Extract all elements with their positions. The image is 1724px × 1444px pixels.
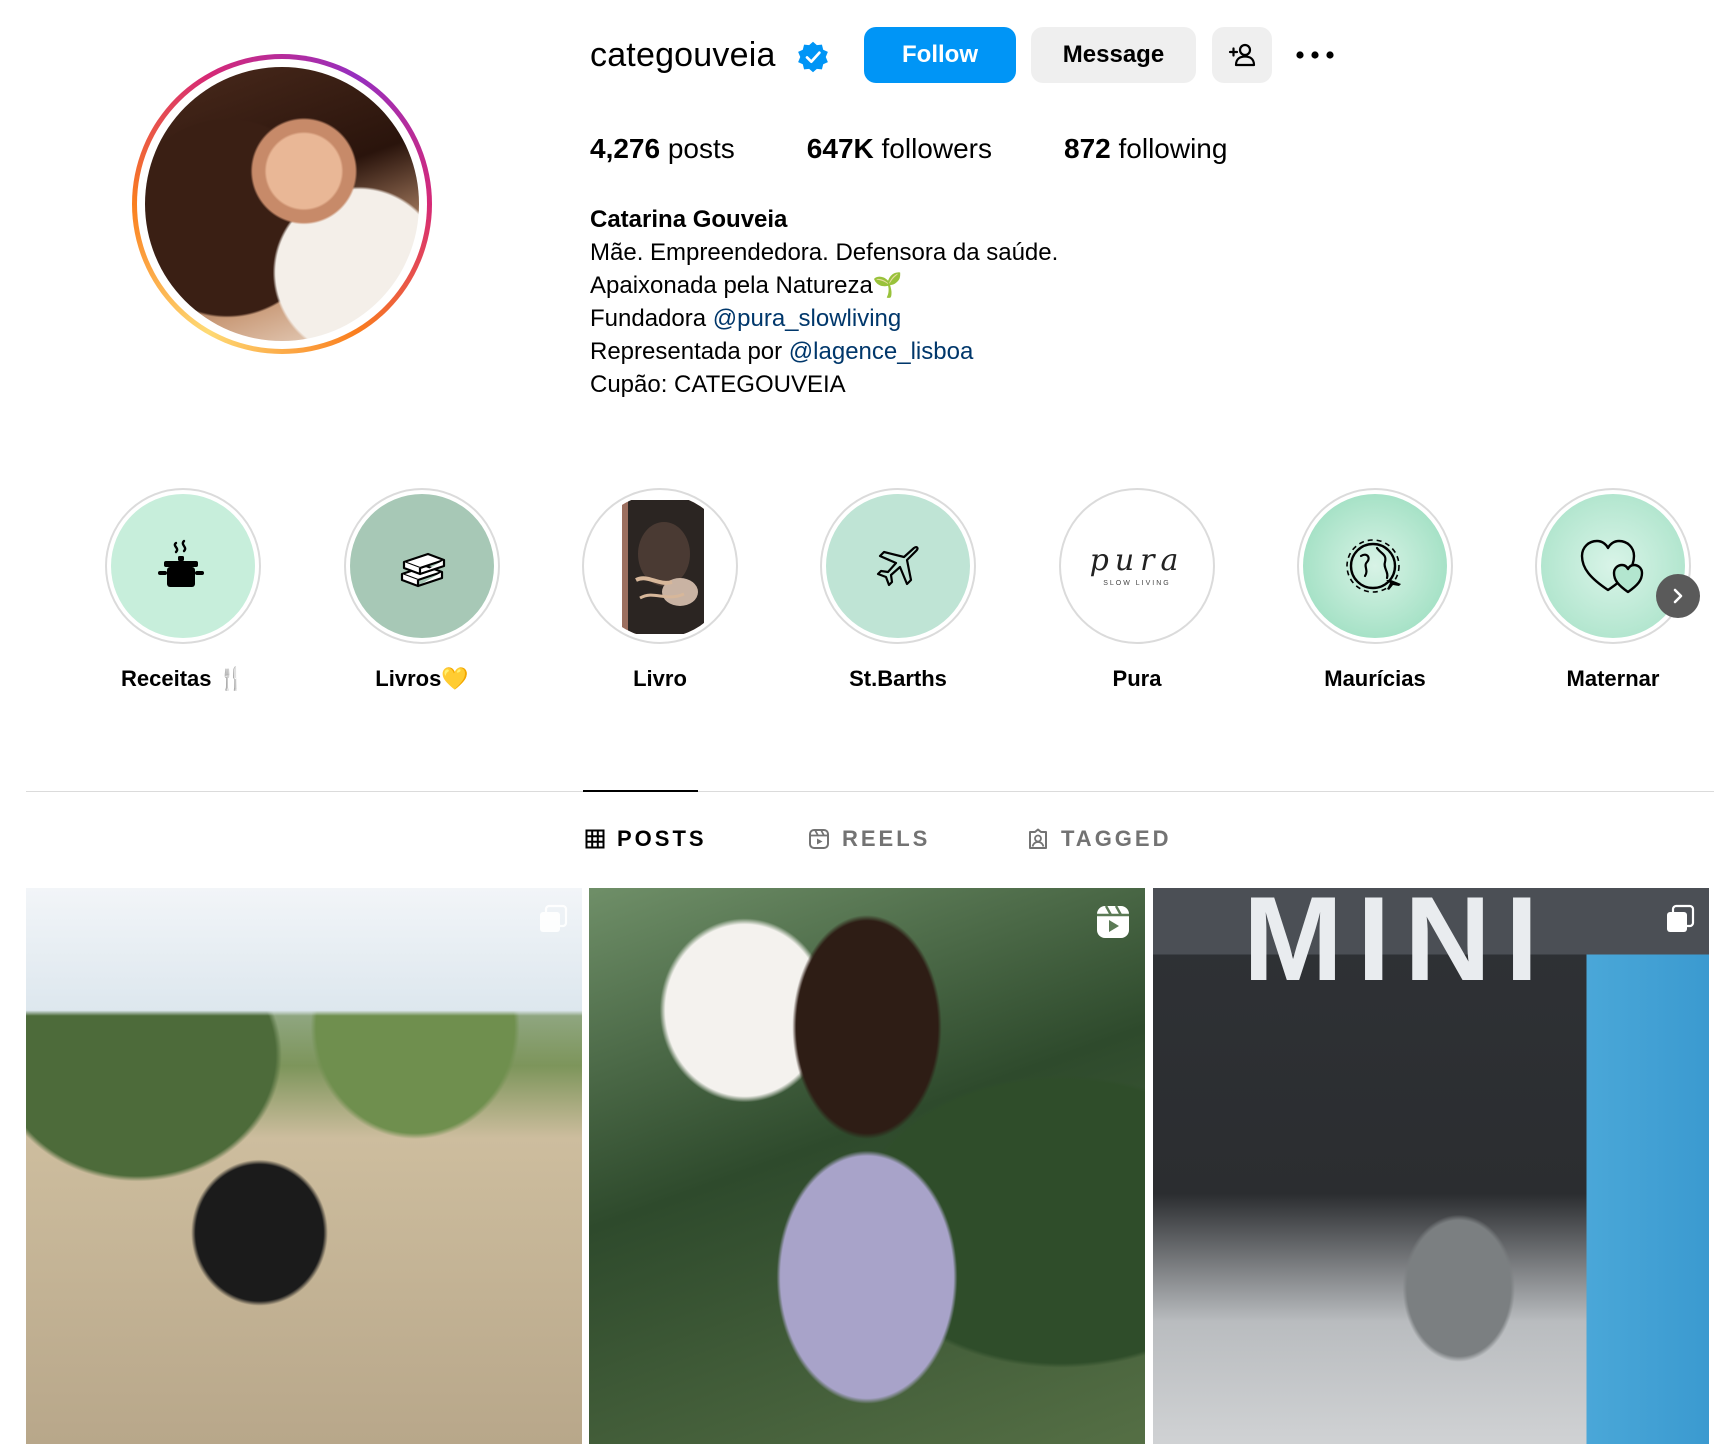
- highlight-st-barths[interactable]: St.Barths: [818, 488, 978, 692]
- avatar: [145, 67, 419, 341]
- highlight-ring: [344, 488, 500, 644]
- add-user-icon: [1228, 43, 1256, 67]
- highlight-cover: [1303, 494, 1447, 638]
- posts-count-value: 4,276: [590, 133, 661, 164]
- chevron-right-icon: [1673, 588, 1683, 604]
- highlight-pura[interactable]: pura SLOW LIVING Pura: [1057, 488, 1217, 692]
- followers-count[interactable]: 647K followers: [807, 133, 992, 165]
- airplane-icon: [876, 546, 919, 587]
- profile-username: categouveia: [590, 36, 776, 74]
- posts-count-label: posts: [667, 133, 735, 164]
- tab-posts[interactable]: POSTS: [585, 826, 707, 852]
- cooking-pot-icon: [158, 539, 204, 587]
- storefront-sign: MINI: [1243, 888, 1553, 1006]
- highlight-cover: [826, 494, 970, 638]
- profile-full-name: Catarina Gouveia: [590, 206, 788, 233]
- highlight-ring: [820, 488, 976, 644]
- following-count-value: 872: [1064, 133, 1111, 164]
- avatar-inner: [137, 59, 427, 349]
- message-button[interactable]: Message: [1031, 27, 1196, 83]
- bio-line: Fundadora @pura_slowliving: [590, 302, 1058, 335]
- profile-avatar-ring[interactable]: [132, 54, 432, 354]
- more-dots-icon: [1296, 51, 1334, 59]
- highlight-ring: [582, 488, 738, 644]
- globe-plane-icon: [1346, 539, 1401, 593]
- followers-count-value: 647K: [806, 133, 874, 164]
- highlight-cover: [350, 494, 494, 638]
- books-icon: [400, 552, 446, 588]
- verified-badge-icon: [798, 41, 828, 73]
- highlight-label: St.Barths: [849, 666, 947, 691]
- highlight-mauricias[interactable]: Maurícias: [1295, 488, 1455, 692]
- more-options-button[interactable]: [1290, 34, 1340, 76]
- highlight-label: Livro: [633, 666, 687, 691]
- highlight-label: Receitas 🍴: [120, 666, 245, 691]
- reel-icon: [1097, 905, 1129, 938]
- tab-label: POSTS: [617, 826, 707, 851]
- highlight-ring: pura SLOW LIVING: [1059, 488, 1215, 644]
- following-count-label: following: [1118, 133, 1228, 164]
- reels-icon: [809, 829, 829, 849]
- grid-icon: [585, 829, 605, 849]
- pura-logo-subtitle: SLOW LIVING: [1103, 579, 1171, 587]
- active-tab-indicator: [583, 790, 698, 792]
- tab-reels[interactable]: REELS: [808, 826, 930, 852]
- suggested-users-button[interactable]: [1212, 27, 1272, 83]
- highlight-cover: [111, 494, 255, 638]
- tab-tagged[interactable]: TAGGED: [1027, 826, 1171, 852]
- tabs-divider: [26, 791, 1714, 792]
- hearts-icon: [1580, 539, 1644, 594]
- profile-bio: Catarina Gouveia Mãe. Empreendedora. Def…: [590, 203, 1058, 401]
- bio-mention-link[interactable]: @pura_slowliving: [713, 305, 901, 332]
- highlight-ring: [105, 488, 261, 644]
- carousel-icon: [1667, 904, 1695, 932]
- tab-label: TAGGED: [1061, 826, 1172, 851]
- highlight-ring: [1297, 488, 1453, 644]
- highlight-label: Pura: [1112, 666, 1162, 691]
- tab-label: REELS: [842, 826, 931, 851]
- highlight-label: Maternar: [1566, 666, 1660, 691]
- bio-text: Representada por: [590, 338, 789, 365]
- highlight-livro[interactable]: Livro: [580, 488, 740, 692]
- highlight-ring: [1535, 488, 1691, 644]
- highlight-cover: [588, 494, 732, 638]
- bio-line: Cupão: CATEGOUVEIA: [590, 371, 846, 398]
- followers-count-label: followers: [881, 133, 992, 164]
- highlight-livros[interactable]: Livros💛: [342, 488, 502, 692]
- bio-line: Apaixonada pela Natureza🌱: [590, 272, 903, 299]
- following-count[interactable]: 872 following: [1064, 133, 1227, 165]
- book-cover-image: [622, 500, 704, 634]
- highlight-cover: [1541, 494, 1685, 638]
- profile-stats: 4,276 posts 647K followers 872 following: [590, 133, 1299, 165]
- highlight-label: Maurícias: [1324, 666, 1426, 691]
- pura-logo: pura: [1089, 542, 1185, 578]
- post-thumbnail[interactable]: [26, 888, 582, 1444]
- post-thumbnail[interactable]: [589, 888, 1145, 1444]
- bio-line: Representada por @lagence_lisboa: [590, 335, 1058, 368]
- highlight-label: Livros💛: [375, 666, 469, 691]
- carousel-icon: [540, 904, 568, 932]
- tagged-icon: [1029, 828, 1047, 849]
- bio-mention-link[interactable]: @lagence_lisboa: [789, 338, 974, 365]
- bio-line: Mãe. Empreendedora. Defensora da saúde.: [590, 239, 1059, 266]
- bio-text: Fundadora: [590, 305, 713, 332]
- post-thumbnail[interactable]: MINI: [1153, 888, 1709, 1444]
- posts-count: 4,276 posts: [590, 133, 735, 165]
- highlights-next-button[interactable]: [1656, 574, 1700, 618]
- highlight-receitas[interactable]: Receitas 🍴: [103, 488, 263, 692]
- highlight-cover: pura SLOW LIVING: [1065, 494, 1209, 638]
- follow-button[interactable]: Follow: [864, 27, 1016, 83]
